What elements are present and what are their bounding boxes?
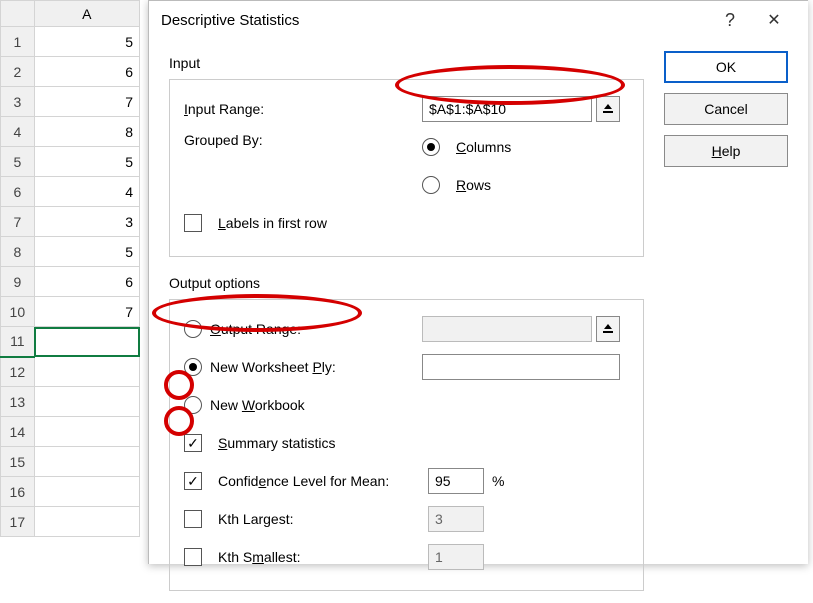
- new-worksheet-ply-field[interactable]: [422, 354, 620, 380]
- cell[interactable]: 7: [34, 87, 139, 117]
- cell[interactable]: 5: [34, 27, 139, 57]
- collapse-dialog-icon[interactable]: [596, 96, 620, 122]
- row-header[interactable]: 5: [1, 147, 35, 177]
- kth-smallest-field[interactable]: 1: [428, 544, 484, 570]
- row-header[interactable]: 11: [1, 327, 35, 357]
- input-range-label: Input Range:: [184, 101, 414, 117]
- output-group: Output Range: New Worksheet Ply:: [169, 299, 644, 591]
- output-range-field[interactable]: [422, 316, 592, 342]
- columns-radio[interactable]: [422, 138, 440, 156]
- row-header[interactable]: 8: [1, 237, 35, 267]
- labels-first-row-label: Labels in first row: [218, 215, 327, 231]
- output-range-label: Output Range:: [210, 321, 301, 337]
- percent-label: %: [492, 473, 504, 489]
- cell[interactable]: 7: [34, 297, 139, 327]
- dialog-titlebar: Descriptive Statistics ? ✕: [149, 1, 808, 39]
- row-header[interactable]: 1: [1, 27, 35, 57]
- kth-largest-field[interactable]: 3: [428, 506, 484, 532]
- new-worksheet-ply-radio[interactable]: [184, 358, 202, 376]
- confidence-level-field[interactable]: 95: [428, 468, 484, 494]
- confidence-level-checkbox[interactable]: [184, 472, 202, 490]
- row-header[interactable]: 17: [1, 507, 35, 537]
- dialog-title: Descriptive Statistics: [161, 12, 299, 29]
- help-button[interactable]: Help: [664, 135, 788, 167]
- row-header[interactable]: 15: [1, 447, 35, 477]
- help-icon[interactable]: ?: [708, 1, 752, 39]
- descriptive-statistics-dialog: Descriptive Statistics ? ✕ Input Input R…: [148, 0, 808, 564]
- kth-smallest-checkbox[interactable]: [184, 548, 202, 566]
- confidence-level-label: Confidence Level for Mean:: [218, 473, 420, 489]
- labels-first-row-checkbox[interactable]: [184, 214, 202, 232]
- cell[interactable]: [34, 447, 139, 477]
- summary-statistics-checkbox[interactable]: [184, 434, 202, 452]
- column-header-a[interactable]: A: [34, 1, 139, 27]
- ok-button[interactable]: OK: [664, 51, 788, 83]
- input-group-label: Input: [169, 55, 644, 71]
- input-group: Input Range: $A$1:$A$10 Grouped By: Colu…: [169, 79, 644, 257]
- cell[interactable]: 8: [34, 117, 139, 147]
- row-header[interactable]: 2: [1, 57, 35, 87]
- row-header[interactable]: 9: [1, 267, 35, 297]
- kth-largest-label: Kth Largest:: [218, 511, 420, 527]
- cancel-button[interactable]: Cancel: [664, 93, 788, 125]
- output-range-radio[interactable]: [184, 320, 202, 338]
- select-all-cell[interactable]: [1, 1, 35, 27]
- row-header[interactable]: 4: [1, 117, 35, 147]
- row-header[interactable]: 10: [1, 297, 35, 327]
- cell[interactable]: 5: [34, 147, 139, 177]
- cell[interactable]: 6: [34, 57, 139, 87]
- cell[interactable]: [34, 417, 139, 447]
- output-group-label: Output options: [169, 275, 644, 291]
- cell[interactable]: [34, 357, 139, 387]
- input-range-field[interactable]: $A$1:$A$10: [422, 96, 592, 122]
- row-header[interactable]: 7: [1, 207, 35, 237]
- rows-radio-label: Rows: [456, 177, 491, 193]
- summary-statistics-label: Summary statistics: [218, 435, 335, 451]
- columns-radio-label: Columns: [456, 139, 511, 155]
- new-worksheet-ply-label: New Worksheet Ply:: [210, 359, 336, 375]
- cell[interactable]: 3: [34, 207, 139, 237]
- kth-largest-checkbox[interactable]: [184, 510, 202, 528]
- cell[interactable]: [34, 387, 139, 417]
- cell[interactable]: [34, 477, 139, 507]
- new-workbook-label: New Workbook: [210, 397, 305, 413]
- row-header[interactable]: 12: [1, 357, 35, 387]
- row-header[interactable]: 16: [1, 477, 35, 507]
- cell[interactable]: 4: [34, 177, 139, 207]
- rows-radio[interactable]: [422, 176, 440, 194]
- grouped-by-label: Grouped By:: [184, 132, 414, 148]
- row-header[interactable]: 6: [1, 177, 35, 207]
- new-workbook-radio[interactable]: [184, 396, 202, 414]
- cell[interactable]: [34, 507, 139, 537]
- cell[interactable]: 5: [34, 237, 139, 267]
- row-header[interactable]: 13: [1, 387, 35, 417]
- cell[interactable]: [34, 327, 139, 357]
- close-icon[interactable]: ✕: [752, 1, 796, 39]
- spreadsheet: A 15263748556473859610711121314151617: [0, 0, 140, 537]
- row-header[interactable]: 14: [1, 417, 35, 447]
- row-header[interactable]: 3: [1, 87, 35, 117]
- cell[interactable]: 6: [34, 267, 139, 297]
- kth-smallest-label: Kth Smallest:: [218, 549, 420, 565]
- collapse-dialog-icon-2[interactable]: [596, 316, 620, 342]
